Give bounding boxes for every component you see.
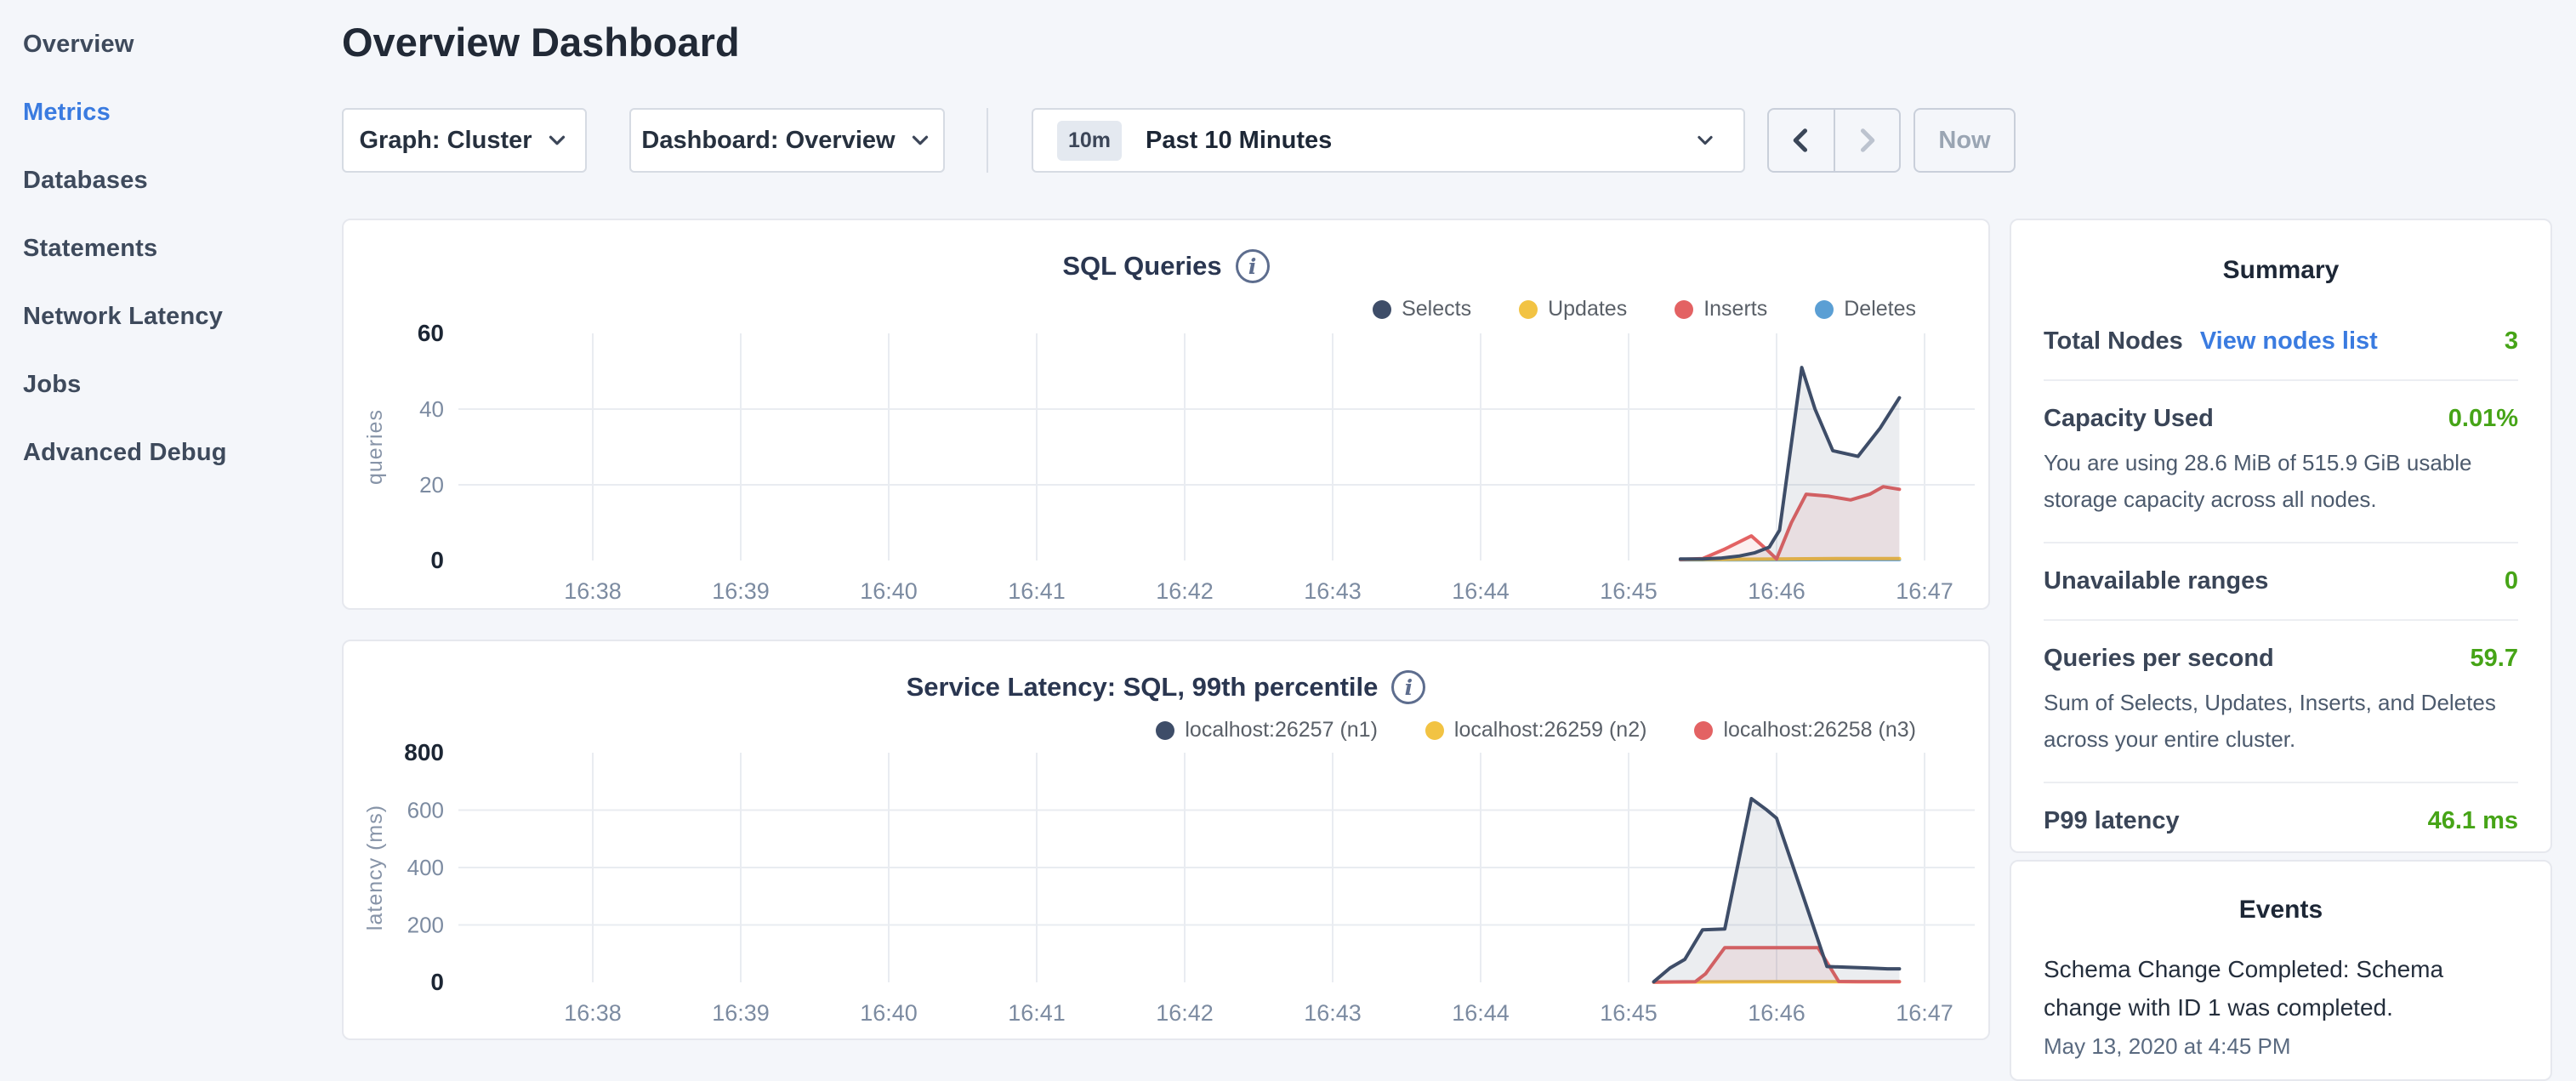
capacity-used-description: You are using 28.6 MiB of 515.9 GiB usab… bbox=[2044, 445, 2518, 518]
time-range-label: Past 10 Minutes bbox=[1146, 127, 1332, 155]
svg-text:16:43: 16:43 bbox=[1304, 578, 1362, 604]
page-title: Overview Dashboard bbox=[342, 19, 740, 65]
time-pager bbox=[1767, 108, 1901, 173]
unavailable-ranges-value: 0 bbox=[2505, 567, 2518, 595]
p99-latency-label: P99 latency bbox=[2044, 807, 2180, 835]
time-range-dropdown[interactable]: 10m Past 10 Minutes bbox=[1032, 108, 1745, 173]
chevron-down-icon bbox=[907, 128, 933, 153]
svg-text:0: 0 bbox=[430, 547, 444, 573]
svg-text:40: 40 bbox=[419, 396, 444, 422]
svg-text:16:46: 16:46 bbox=[1748, 1000, 1805, 1026]
divider bbox=[2044, 379, 2518, 381]
chevron-left-icon bbox=[1786, 125, 1817, 156]
sidebar-item-overview[interactable]: Overview bbox=[0, 10, 342, 78]
total-nodes-value: 3 bbox=[2505, 327, 2518, 356]
total-nodes-label: Total Nodes bbox=[2044, 327, 2183, 356]
event-timestamp: May 13, 2020 at 4:45 PM bbox=[2044, 1033, 2518, 1060]
svg-text:latency (ms): latency (ms) bbox=[363, 805, 387, 930]
svg-text:800: 800 bbox=[404, 739, 444, 765]
svg-text:60: 60 bbox=[418, 320, 444, 346]
capacity-used-value: 0.01% bbox=[2448, 405, 2518, 433]
dashboard-dropdown[interactable]: Dashboard: Overview bbox=[629, 108, 945, 173]
svg-text:16:47: 16:47 bbox=[1896, 1000, 1953, 1026]
svg-text:400: 400 bbox=[407, 855, 444, 880]
sql-queries-chart-card: SQL Queries i SelectsUpdatesInsertsDelet… bbox=[342, 219, 1990, 610]
dashboard-dropdown-label: Dashboard: Overview bbox=[641, 127, 895, 155]
event-message[interactable]: Schema Change Completed: Schema change w… bbox=[2044, 950, 2518, 1027]
graph-scope-dropdown-label: Graph: Cluster bbox=[359, 127, 532, 155]
previous-time-window-button[interactable] bbox=[1769, 110, 1835, 171]
svg-text:16:40: 16:40 bbox=[860, 1000, 918, 1026]
svg-text:0: 0 bbox=[430, 969, 444, 995]
sidebar-item-advanced-debug[interactable]: Advanced Debug bbox=[0, 418, 342, 486]
events-panel: Events Schema Change Completed: Schema c… bbox=[2010, 860, 2552, 1081]
sidebar-item-jobs[interactable]: Jobs bbox=[0, 350, 342, 418]
sidebar-item-network-latency[interactable]: Network Latency bbox=[0, 282, 342, 350]
svg-text:16:43: 16:43 bbox=[1304, 1000, 1362, 1026]
chevron-right-icon bbox=[1851, 125, 1882, 156]
svg-text:queries: queries bbox=[363, 409, 387, 485]
sidebar-item-metrics[interactable]: Metrics bbox=[0, 78, 342, 146]
svg-text:16:42: 16:42 bbox=[1156, 578, 1214, 604]
events-heading: Events bbox=[2044, 896, 2518, 925]
svg-text:16:39: 16:39 bbox=[712, 578, 770, 604]
queries-per-second-label: Queries per second bbox=[2044, 645, 2274, 673]
divider bbox=[2044, 619, 2518, 621]
summary-panel: Summary Total Nodes View nodes list 3 Ca… bbox=[2010, 219, 2552, 853]
sql-queries-chart: 0 20 40 60 16:38 16:39 16:40 16:41 16:42 16:43 16:… bbox=[344, 220, 1992, 612]
service-latency-chart-card: Service Latency: SQL, 99th percentile i … bbox=[342, 640, 1990, 1040]
svg-text:16:47: 16:47 bbox=[1896, 578, 1953, 604]
summary-heading: Summary bbox=[2044, 256, 2518, 285]
svg-text:20: 20 bbox=[419, 472, 444, 498]
svg-text:16:39: 16:39 bbox=[712, 1000, 770, 1026]
queries-per-second-value: 59.7 bbox=[2471, 645, 2518, 673]
svg-text:16:41: 16:41 bbox=[1008, 1000, 1066, 1026]
svg-text:16:41: 16:41 bbox=[1008, 578, 1066, 604]
svg-text:16:44: 16:44 bbox=[1452, 578, 1510, 604]
chevron-down-icon bbox=[544, 128, 570, 153]
svg-text:16:38: 16:38 bbox=[564, 1000, 622, 1026]
time-range-badge: 10m bbox=[1057, 121, 1122, 161]
toolbar-divider bbox=[987, 108, 988, 173]
graph-scope-dropdown[interactable]: Graph: Cluster bbox=[342, 108, 587, 173]
sidebar-item-statements[interactable]: Statements bbox=[0, 214, 342, 282]
svg-text:16:45: 16:45 bbox=[1600, 1000, 1658, 1026]
service-latency-chart: 0 200 400 600 800 16:38 16:39 16:40 16:41 16:42 16… bbox=[344, 641, 1992, 1042]
svg-text:600: 600 bbox=[407, 798, 444, 823]
view-nodes-list-link[interactable]: View nodes list bbox=[2200, 327, 2378, 356]
divider bbox=[2044, 782, 2518, 783]
svg-text:16:38: 16:38 bbox=[564, 578, 622, 604]
sidebar-item-databases[interactable]: Databases bbox=[0, 146, 342, 214]
p99-latency-value: 46.1 ms bbox=[2428, 807, 2518, 835]
now-button[interactable]: Now bbox=[1914, 108, 2016, 173]
sidebar: Overview Metrics Databases Statements Ne… bbox=[0, 0, 342, 486]
svg-text:200: 200 bbox=[407, 913, 444, 938]
toolbar: Graph: Cluster Dashboard: Overview 10m P… bbox=[342, 108, 2077, 173]
svg-text:16:40: 16:40 bbox=[860, 578, 918, 604]
queries-per-second-description: Sum of Selects, Updates, Inserts, and De… bbox=[2044, 685, 2518, 758]
capacity-used-label: Capacity Used bbox=[2044, 405, 2214, 433]
svg-text:16:45: 16:45 bbox=[1600, 578, 1658, 604]
chevron-down-icon bbox=[1691, 126, 1720, 155]
svg-text:16:46: 16:46 bbox=[1748, 578, 1805, 604]
svg-text:16:42: 16:42 bbox=[1156, 1000, 1214, 1026]
divider bbox=[2044, 542, 2518, 543]
unavailable-ranges-label: Unavailable ranges bbox=[2044, 567, 2268, 595]
svg-text:16:44: 16:44 bbox=[1452, 1000, 1510, 1026]
next-time-window-button[interactable] bbox=[1835, 110, 1900, 171]
